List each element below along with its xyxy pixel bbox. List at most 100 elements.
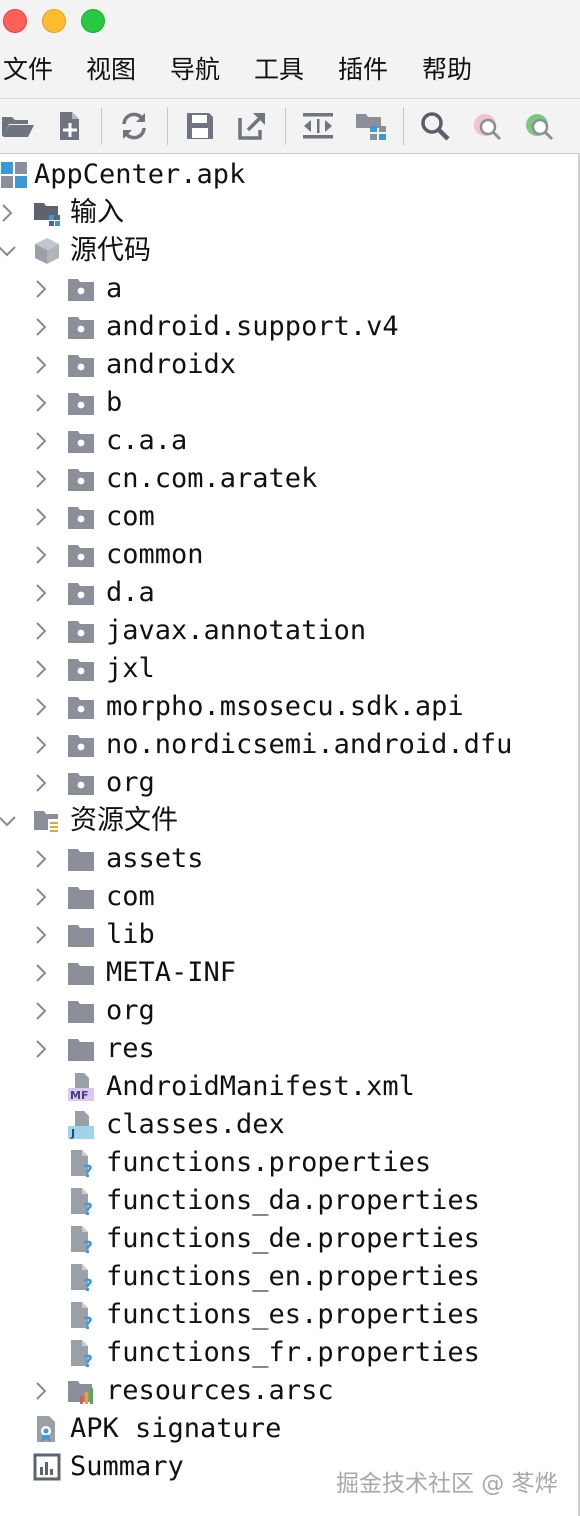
tree-package[interactable]: common — [0, 536, 578, 574]
tree-item-label: morpho.msosecu.sdk.api — [106, 691, 464, 722]
tree-file-arsc[interactable]: resources.arsc — [0, 1372, 578, 1410]
chevron-right-icon[interactable] — [28, 580, 54, 606]
tree-node-source-code[interactable]: 源代码 — [0, 232, 578, 270]
tree-package[interactable]: c.a.a — [0, 422, 578, 460]
tree-file-properties[interactable]: functions_en.properties — [0, 1258, 578, 1296]
tree-file-properties[interactable]: functions_de.properties — [0, 1220, 578, 1258]
tree-package[interactable]: androidx — [0, 346, 578, 384]
tree-item-label: resources.arsc — [106, 1375, 334, 1406]
chevron-right-icon[interactable] — [28, 504, 54, 530]
package-folder-icon — [66, 730, 96, 760]
properties-file-icon — [66, 1224, 96, 1254]
tree-package[interactable]: b — [0, 384, 578, 422]
search-icon[interactable] — [417, 108, 453, 144]
menu-help[interactable]: 帮助 — [422, 52, 472, 88]
tree-node-input[interactable]: 输入 — [0, 194, 578, 232]
tree-file-properties[interactable]: functions_da.properties — [0, 1182, 578, 1220]
tree-item-label: lib — [106, 919, 155, 950]
chevron-right-icon[interactable] — [28, 352, 54, 378]
tree-file-manifest[interactable]: MF AndroidManifest.xml — [0, 1068, 578, 1106]
find-usage-icon[interactable] — [470, 108, 506, 144]
chevron-right-icon[interactable] — [28, 466, 54, 492]
tree-item-label: androidx — [106, 349, 237, 380]
navigate-icon[interactable] — [300, 108, 336, 144]
tree-resource-folder[interactable]: res — [0, 1030, 578, 1068]
tree-file-properties[interactable]: functions.properties — [0, 1144, 578, 1182]
tree-resource-folder[interactable]: lib — [0, 916, 578, 954]
properties-file-icon — [66, 1148, 96, 1178]
tree-item-label: Summary — [70, 1451, 184, 1482]
tree-package[interactable]: com — [0, 498, 578, 536]
add-file-icon[interactable] — [52, 108, 88, 144]
dex-file-icon: J — [66, 1110, 96, 1140]
chevron-right-icon[interactable] — [28, 1036, 54, 1062]
tree-file-properties[interactable]: functions_es.properties — [0, 1296, 578, 1334]
toolbar-separator — [285, 107, 286, 145]
chevron-right-icon[interactable] — [0, 200, 20, 226]
package-folder-icon — [66, 768, 96, 798]
menu-tools[interactable]: 工具 — [254, 52, 304, 88]
tree-root-apk[interactable]: AppCenter.apk — [0, 156, 578, 194]
tree-package[interactable]: android.support.v4 — [0, 308, 578, 346]
overflow-arrow-icon[interactable] — [570, 108, 580, 144]
tree-file-properties[interactable]: functions_fr.properties — [0, 1334, 578, 1372]
chevron-right-icon[interactable] — [28, 884, 54, 910]
properties-file-icon — [66, 1300, 96, 1330]
chevron-right-icon[interactable] — [28, 542, 54, 568]
chevron-right-icon[interactable] — [28, 922, 54, 948]
tree-resource-folder[interactable]: org — [0, 992, 578, 1030]
menu-navigate[interactable]: 导航 — [170, 52, 220, 88]
tree-package[interactable]: no.nordicsemi.android.dfu — [0, 726, 578, 764]
tree-node-resources[interactable]: 资源文件 — [0, 802, 578, 840]
tree-resource-folder[interactable]: assets — [0, 840, 578, 878]
chevron-down-icon[interactable] — [0, 238, 20, 264]
tree-package[interactable]: jxl — [0, 650, 578, 688]
minimize-window-button[interactable] — [42, 9, 66, 33]
tree-resource-folder[interactable]: META-INF — [0, 954, 578, 992]
tree-file-dex[interactable]: Jclasses.dex — [0, 1106, 578, 1144]
tree-item-label: c.a.a — [106, 425, 188, 456]
folder-icon — [66, 958, 96, 988]
close-window-button[interactable] — [3, 9, 27, 33]
menu-file[interactable]: 文件 — [3, 52, 53, 88]
properties-file-icon — [66, 1186, 96, 1216]
tree-item-label: functions.properties — [106, 1147, 432, 1178]
menu-plugins[interactable]: 插件 — [338, 52, 388, 88]
tree-node-apk-signature[interactable]: APK signature — [0, 1410, 578, 1448]
export-icon[interactable] — [234, 108, 270, 144]
find-class-icon[interactable] — [522, 108, 558, 144]
chevron-right-icon[interactable] — [28, 732, 54, 758]
package-folder-icon — [66, 388, 96, 418]
save-icon[interactable] — [182, 108, 218, 144]
chevron-right-icon[interactable] — [28, 1378, 54, 1404]
chevron-right-icon[interactable] — [28, 998, 54, 1024]
tree-resource-folder[interactable]: com — [0, 878, 578, 916]
chevron-right-icon[interactable] — [28, 846, 54, 872]
chevron-right-icon[interactable] — [28, 770, 54, 796]
chevron-right-icon[interactable] — [28, 390, 54, 416]
tree-package[interactable]: cn.com.aratek — [0, 460, 578, 498]
sync-icon[interactable] — [116, 108, 152, 144]
chevron-right-icon[interactable] — [28, 960, 54, 986]
package-folder-icon — [66, 616, 96, 646]
tree-package[interactable]: javax.annotation — [0, 612, 578, 650]
chevron-right-icon[interactable] — [28, 694, 54, 720]
tree-package[interactable]: a — [0, 270, 578, 308]
folder-icon — [66, 882, 96, 912]
chevron-down-icon[interactable] — [0, 808, 20, 834]
tree-package[interactable]: d.a — [0, 574, 578, 612]
tree-item-label: functions_de.properties — [106, 1223, 480, 1254]
chevron-right-icon[interactable] — [28, 428, 54, 454]
tree-package[interactable]: org — [0, 764, 578, 802]
tree-item-label: res — [106, 1033, 155, 1064]
menu-view[interactable]: 视图 — [86, 52, 136, 88]
chevron-right-icon[interactable] — [28, 656, 54, 682]
open-folder-icon[interactable] — [0, 108, 36, 144]
zoom-window-button[interactable] — [81, 9, 105, 33]
package-icon[interactable] — [353, 108, 389, 144]
tree-item-label: functions_da.properties — [106, 1185, 480, 1216]
tree-package[interactable]: morpho.msosecu.sdk.api — [0, 688, 578, 726]
chevron-right-icon[interactable] — [28, 314, 54, 340]
chevron-right-icon[interactable] — [28, 618, 54, 644]
chevron-right-icon[interactable] — [28, 276, 54, 302]
